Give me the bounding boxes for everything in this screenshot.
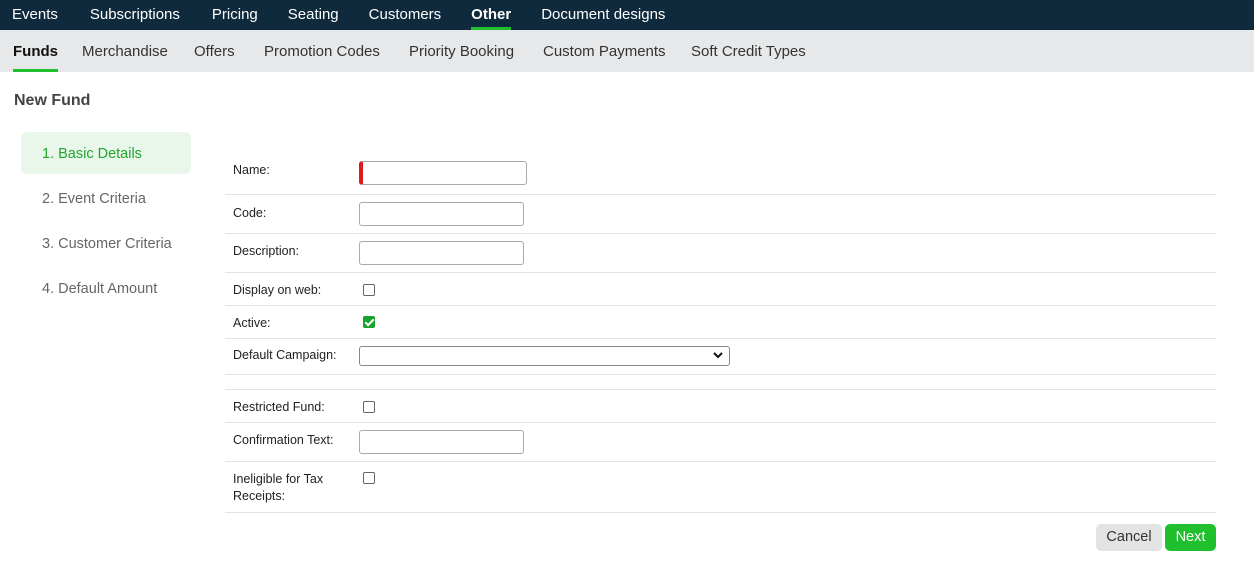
name-label: Name:	[233, 163, 270, 177]
confirmation-text-field[interactable]	[359, 430, 524, 454]
tab-merchandise[interactable]: Merchandise	[82, 30, 168, 72]
fund-form: Name: Code: Description: Display on web:…	[225, 150, 1216, 513]
code-label: Code:	[233, 206, 267, 220]
top-nav-pricing[interactable]: Pricing	[212, 0, 258, 30]
top-nav-other[interactable]: Other	[471, 0, 512, 30]
step-customer-criteria[interactable]: 3. Customer Criteria	[21, 222, 191, 264]
top-nav-events[interactable]: Events	[12, 0, 58, 30]
ineligible-tax-label: Ineligible for Tax Receipts:	[233, 472, 324, 503]
tab-promotion-codes[interactable]: Promotion Codes	[264, 30, 380, 72]
ineligible-tax-checkbox[interactable]	[363, 472, 375, 484]
step-basic-details[interactable]: 1. Basic Details	[21, 132, 191, 174]
default-campaign-select[interactable]	[359, 346, 730, 366]
form-row-restricted-fund: Restricted Fund:	[225, 390, 1216, 423]
active-checkbox[interactable]	[363, 316, 375, 328]
restricted-fund-label: Restricted Fund:	[233, 400, 325, 414]
top-nav: Events Subscriptions Pricing Seating Cus…	[0, 0, 1254, 30]
description-label: Description:	[233, 244, 299, 258]
form-row-default-campaign: Default Campaign:	[225, 339, 1216, 375]
form-row-confirmation-text: Confirmation Text:	[225, 423, 1216, 462]
form-spacer	[225, 375, 1216, 390]
wizard-steps: 1. Basic Details 2. Event Criteria 3. Cu…	[21, 132, 191, 312]
top-nav-seating[interactable]: Seating	[288, 0, 339, 30]
tab-priority-booking[interactable]: Priority Booking	[409, 30, 514, 72]
description-field[interactable]	[359, 241, 524, 265]
tab-custom-payments[interactable]: Custom Payments	[543, 30, 666, 72]
tab-offers[interactable]: Offers	[194, 30, 235, 72]
step-default-amount[interactable]: 4. Default Amount	[21, 267, 191, 309]
display-on-web-label: Display on web:	[233, 283, 322, 297]
form-row-ineligible-tax: Ineligible for Tax Receipts:	[225, 462, 1216, 513]
form-row-active: Active:	[225, 306, 1216, 339]
step-event-criteria[interactable]: 2. Event Criteria	[21, 177, 191, 219]
code-field[interactable]	[359, 202, 524, 226]
form-row-code: Code:	[225, 195, 1216, 234]
tab-soft-credit-types[interactable]: Soft Credit Types	[691, 30, 806, 72]
form-row-name: Name:	[225, 150, 1216, 195]
chevron-down-icon	[713, 352, 723, 359]
form-row-description: Description:	[225, 234, 1216, 273]
top-nav-document-designs[interactable]: Document designs	[541, 0, 665, 30]
confirmation-text-label: Confirmation Text:	[233, 433, 334, 447]
next-button[interactable]: Next	[1165, 524, 1216, 551]
form-row-display-on-web: Display on web:	[225, 273, 1216, 306]
top-nav-customers[interactable]: Customers	[369, 0, 442, 30]
restricted-fund-checkbox[interactable]	[363, 401, 375, 413]
display-on-web-checkbox[interactable]	[363, 284, 375, 296]
default-campaign-label: Default Campaign:	[233, 348, 337, 362]
top-nav-subscriptions[interactable]: Subscriptions	[90, 0, 180, 30]
cancel-button[interactable]: Cancel	[1096, 524, 1162, 551]
page-title: New Fund	[14, 92, 91, 109]
name-field[interactable]	[359, 161, 527, 185]
sub-nav: Funds Merchandise Offers Promotion Codes…	[0, 30, 1254, 72]
active-label: Active:	[233, 316, 271, 330]
tab-funds[interactable]: Funds	[13, 30, 58, 72]
